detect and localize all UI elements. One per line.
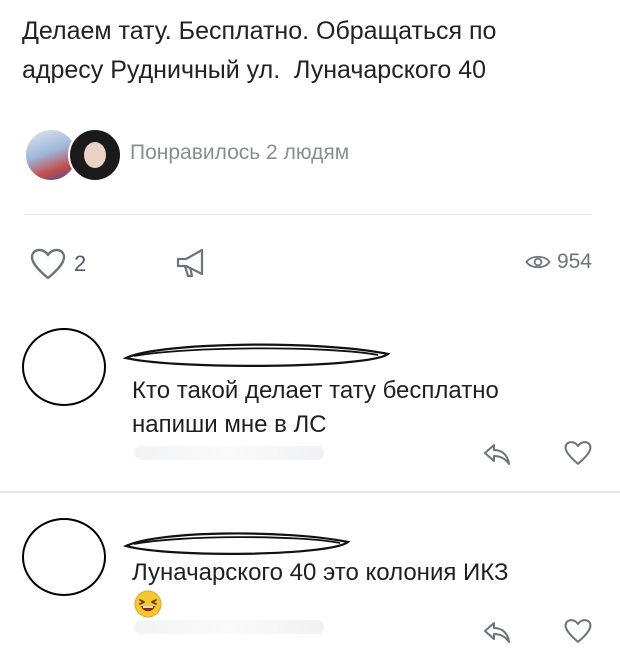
views-count: 954 bbox=[556, 250, 592, 273]
share-button[interactable] bbox=[174, 246, 210, 285]
comment-text: Кто такой делает тату бесплатно напиши м… bbox=[132, 374, 572, 442]
comment-heart-icon[interactable] bbox=[564, 618, 592, 644]
comment-actions bbox=[482, 618, 592, 648]
comment-actions bbox=[482, 440, 592, 470]
comment: Кто такой делает тату бесплатно напиши м… bbox=[22, 322, 596, 482]
eye-icon bbox=[525, 255, 551, 269]
comment: Луначарского 40 это колония ИКЗ bbox=[22, 512, 596, 662]
heart-icon bbox=[30, 248, 66, 280]
avatar-face bbox=[84, 142, 106, 168]
comment-text-line: Кто такой делает тату бесплатно bbox=[132, 377, 499, 404]
views-counter: 954 bbox=[525, 250, 592, 274]
comment-avatar[interactable] bbox=[22, 328, 106, 406]
liked-by-text[interactable]: Понравилось 2 людям bbox=[130, 141, 349, 165]
comment-heart-icon[interactable] bbox=[564, 440, 592, 466]
laughing-face-emoji bbox=[134, 590, 162, 618]
liker-avatar-2[interactable] bbox=[68, 128, 122, 182]
comment-date-blurred bbox=[134, 446, 324, 460]
comment-text-line: напиши мне в ЛС bbox=[132, 411, 327, 438]
reply-icon[interactable] bbox=[482, 618, 512, 646]
liked-by-row[interactable]: Понравилось 2 людям bbox=[24, 128, 444, 182]
like-button[interactable]: 2 bbox=[30, 248, 86, 280]
comment-date-blurred bbox=[134, 620, 324, 634]
redacted-name-scribble bbox=[122, 343, 391, 367]
reply-icon[interactable] bbox=[482, 440, 512, 468]
post-text-line-1: Делаем тату. Бесплатно. Обращаться по bbox=[22, 17, 497, 45]
megaphone-icon bbox=[176, 248, 204, 278]
post-text-line-2: адресу Рудничный ул. Луначарского 40 bbox=[22, 56, 487, 84]
redacted-name-scribble bbox=[122, 532, 351, 555]
post-text: Делаем тату. Бесплатно. Обращаться по ад… bbox=[22, 12, 602, 90]
like-count: 2 bbox=[74, 251, 87, 276]
comment-divider bbox=[0, 491, 620, 493]
comment-text: Луначарского 40 это колония ИКЗ bbox=[132, 559, 509, 586]
post-divider bbox=[24, 214, 592, 215]
post-actions: 2 954 bbox=[24, 244, 592, 284]
comment-avatar[interactable] bbox=[22, 518, 106, 596]
